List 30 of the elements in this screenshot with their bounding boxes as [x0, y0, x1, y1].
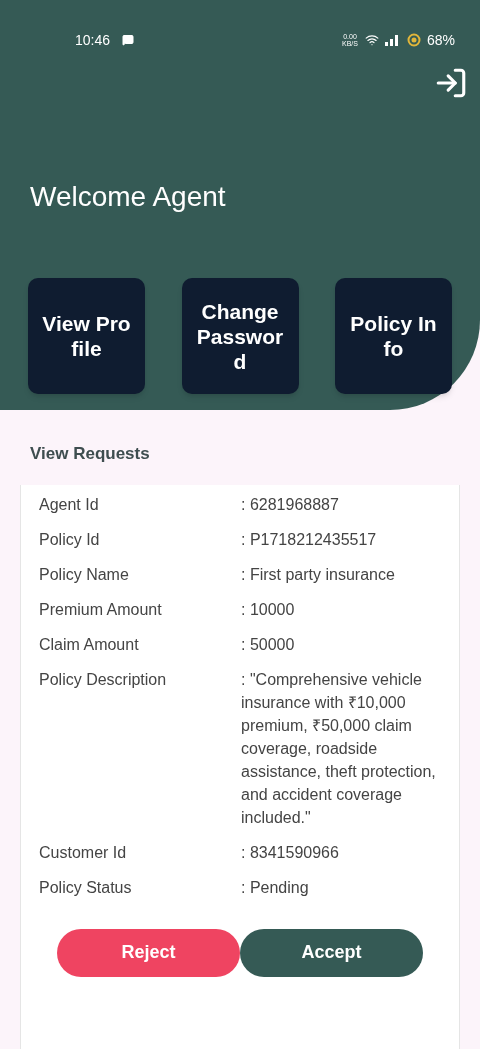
field-label: Claim Amount — [39, 634, 140, 655]
welcome-title: Welcome Agent — [30, 180, 227, 212]
field-value: : "Comprehensive vehicle insurance with ₹10,000 premium, ₹50,000 claim coverage, roadside assistance, theft protection, and accident coverage included." — [241, 669, 437, 828]
field-value: : 8341590966 — [241, 842, 340, 863]
section-title: View Requests — [30, 443, 151, 465]
signal-icon — [384, 34, 401, 46]
battery-level: 68% — [426, 30, 455, 50]
quick-action-button[interactable]: Change Password — [181, 278, 299, 394]
quick-action-button[interactable]: View Profile — [28, 278, 145, 394]
field-value: : P1718212435517 — [241, 529, 378, 550]
accept-button[interactable]: Accept — [240, 928, 423, 977]
field-value: : 50000 — [241, 634, 296, 655]
battery-icon — [406, 33, 421, 47]
field-label: Premium Amount — [39, 599, 163, 620]
field-value: : 6281968887 — [241, 494, 340, 515]
wifi-icon — [364, 33, 379, 47]
reject-button[interactable]: Reject — [57, 928, 240, 977]
field-label: Policy Status — [39, 877, 133, 898]
field-label: Policy Name — [39, 564, 130, 585]
field-label: Policy Description — [39, 669, 168, 690]
chat-icon — [122, 34, 135, 46]
field-value: : Pending — [241, 877, 310, 898]
status-time: 10:46 — [75, 30, 111, 50]
field-value: : First party insurance — [241, 564, 396, 585]
field-label: Customer Id — [39, 842, 128, 863]
field-label: Agent Id — [39, 494, 100, 515]
field-label: Policy Id — [39, 529, 101, 550]
quick-action-button[interactable]: Policy Info — [335, 278, 452, 394]
field-value: : 10000 — [241, 599, 296, 620]
logout-button[interactable] — [434, 66, 468, 100]
